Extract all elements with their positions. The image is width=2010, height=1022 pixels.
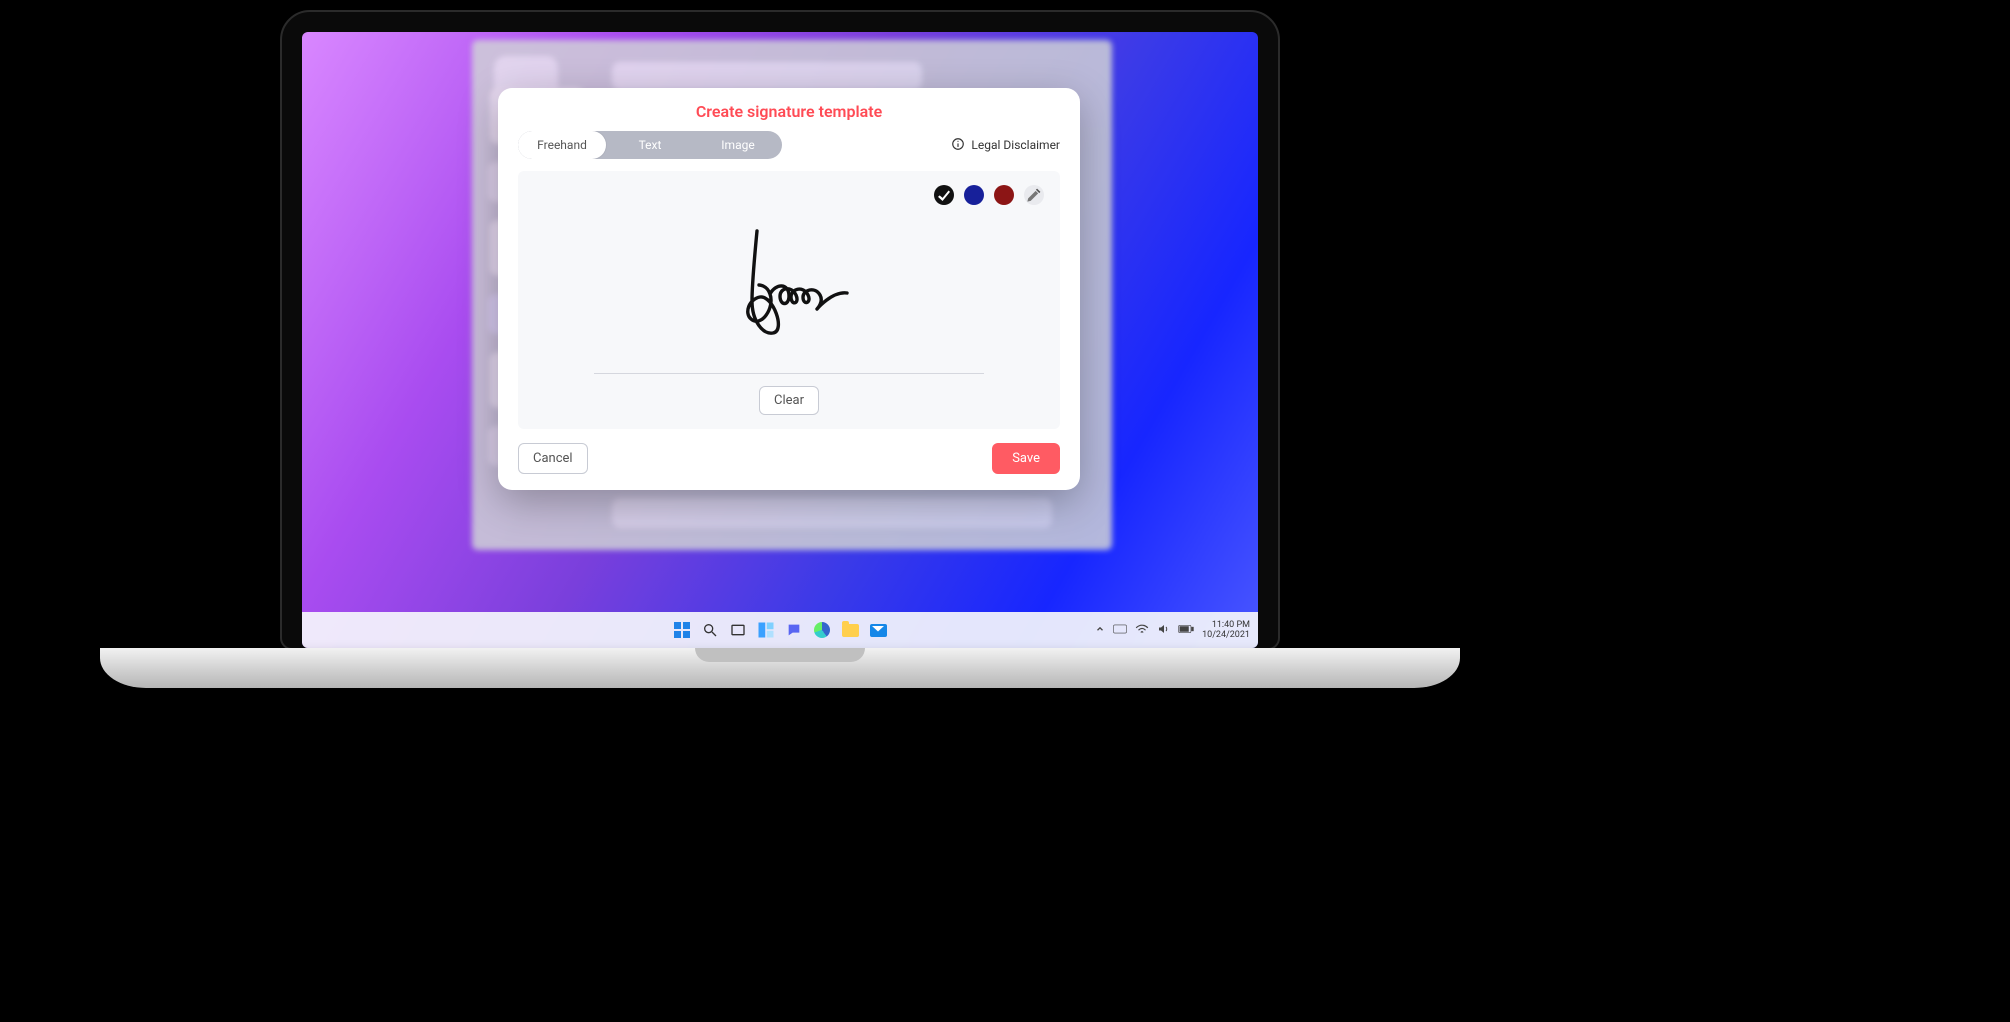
search-icon[interactable]: [701, 621, 719, 639]
legal-disclaimer-label: Legal Disclaimer: [971, 138, 1060, 152]
task-view-icon[interactable]: [729, 621, 747, 639]
widgets-icon[interactable]: [757, 621, 775, 639]
taskbar-clock[interactable]: 11:40 PM 10/24/2021: [1202, 620, 1250, 641]
laptop-base: [100, 648, 1460, 688]
chat-icon[interactable]: [785, 621, 803, 639]
tray-chevron-icon[interactable]: [1095, 624, 1105, 637]
signature-canvas-area[interactable]: Clear: [518, 171, 1060, 429]
battery-icon[interactable]: [1178, 624, 1194, 637]
wifi-icon[interactable]: [1135, 623, 1149, 638]
tab-freehand[interactable]: Freehand: [518, 131, 606, 159]
clear-button[interactable]: Clear: [759, 386, 819, 415]
mail-icon[interactable]: [869, 621, 887, 639]
taskbar-time: 11:40 PM: [1202, 620, 1250, 630]
laptop-notch: [695, 648, 865, 662]
tab-text[interactable]: Text: [606, 131, 694, 159]
cancel-button[interactable]: Cancel: [518, 443, 588, 474]
tab-image[interactable]: Image: [694, 131, 782, 159]
signature-mode-tabs: Freehand Text Image: [518, 131, 782, 159]
legal-disclaimer-link[interactable]: Legal Disclaimer: [951, 137, 1060, 154]
volume-icon[interactable]: [1157, 623, 1170, 638]
color-black[interactable]: [934, 185, 954, 205]
windows-taskbar: 11:40 PM 10/24/2021: [302, 612, 1258, 648]
color-blue[interactable]: [964, 185, 984, 205]
laptop-frame: Create signature template Freehand Text …: [280, 10, 1280, 650]
drawn-signature: [534, 205, 1044, 371]
save-button[interactable]: Save: [992, 443, 1060, 474]
desktop-screen: Create signature template Freehand Text …: [302, 32, 1258, 648]
start-button[interactable]: [673, 621, 691, 639]
modal-title: Create signature template: [498, 88, 1080, 131]
taskbar-date: 10/24/2021: [1202, 630, 1250, 640]
edge-icon[interactable]: [813, 621, 831, 639]
file-explorer-icon[interactable]: [841, 621, 859, 639]
color-red[interactable]: [994, 185, 1014, 205]
signature-baseline: [594, 373, 984, 374]
info-icon: [951, 137, 965, 154]
signature-modal: Create signature template Freehand Text …: [498, 88, 1080, 490]
color-picker-icon[interactable]: [1024, 185, 1044, 205]
keyboard-icon[interactable]: [1113, 624, 1127, 637]
